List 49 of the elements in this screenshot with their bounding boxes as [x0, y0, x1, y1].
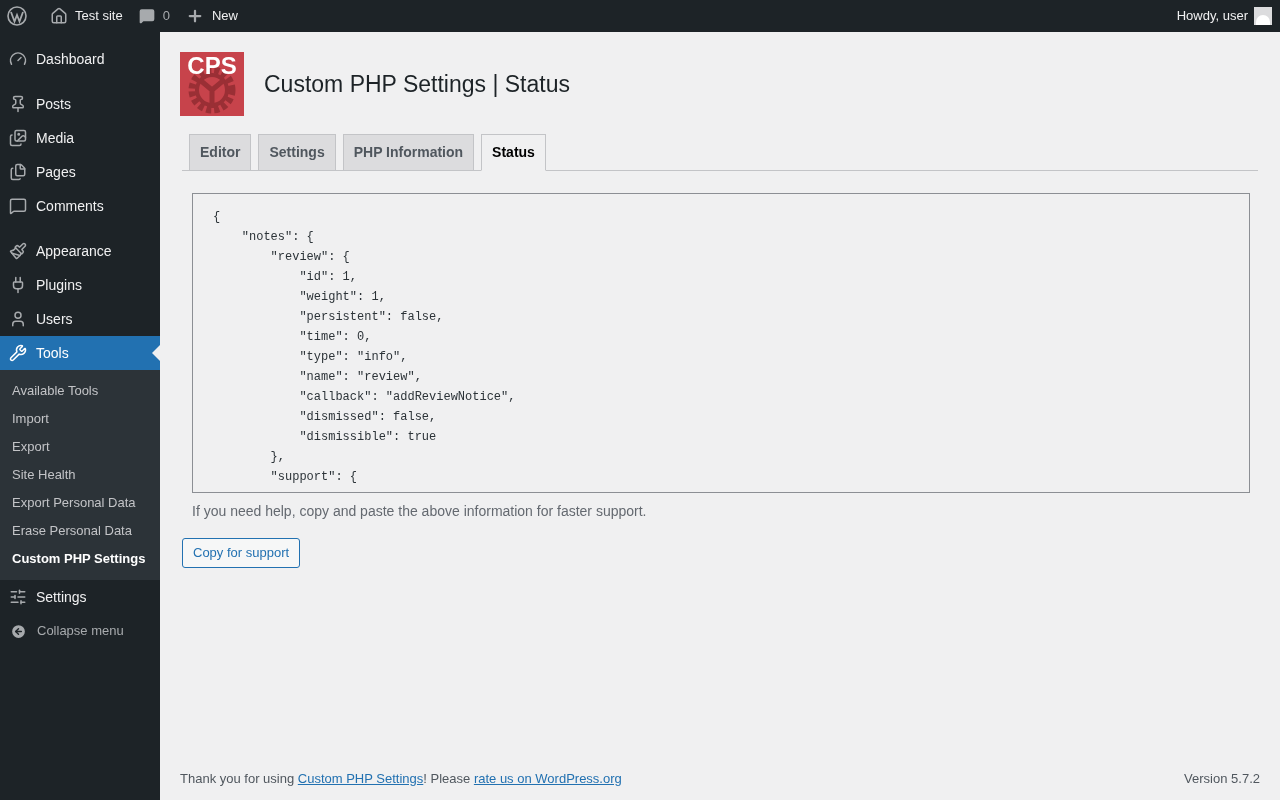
submenu-item[interactable]: Export Personal Data — [0, 489, 160, 517]
submenu-item[interactable]: Export — [0, 433, 160, 461]
collapse-icon — [10, 622, 27, 640]
wrench-icon — [9, 344, 27, 362]
menu-item[interactable]: Appearance — [0, 234, 160, 268]
menu-item[interactable]: Pages — [0, 155, 160, 189]
submenu-item[interactable]: Available Tools — [0, 377, 160, 405]
menu-item[interactable]: Dashboard — [0, 42, 160, 76]
comments-link[interactable]: 0 — [130, 6, 178, 26]
site-link[interactable]: Test site — [42, 6, 131, 26]
tab[interactable]: Editor — [189, 134, 252, 170]
submenu-item[interactable]: Custom PHP Settings — [0, 545, 160, 573]
menu-item[interactable]: Media — [0, 121, 160, 155]
tab[interactable]: Settings — [258, 134, 336, 170]
current-arrow-icon — [152, 345, 160, 361]
page-title: Custom PHP Settings | Status — [264, 69, 570, 99]
comment-icon — [138, 8, 155, 24]
footer-text: Thank you for using Custom PHP Settings! Please rate us on WordPress.org — [180, 769, 622, 788]
menu-item[interactable]: Comments — [0, 189, 160, 223]
version-text: Version 5.7.2 — [1184, 769, 1260, 788]
help-text: If you need help, copy and paste the above information for faster support. — [192, 502, 648, 521]
brush-icon — [9, 242, 27, 260]
pin-icon — [9, 95, 27, 113]
tab[interactable]: Status — [481, 134, 546, 171]
account-link[interactable]: Howdy, user — [1176, 6, 1272, 26]
avatar-icon — [1254, 7, 1272, 25]
status-textarea[interactable]: { "notes": { "review": { "id": 1, "weight": 1, "persistent": false, "time": 0, "type": "info", "name": "review", "callback": "addReviewNotice", "dismissed": false, "dismissible": true }, "support": { — [192, 193, 1250, 493]
pages-icon — [9, 163, 27, 181]
menu-item[interactable]: Users — [0, 302, 160, 336]
collapse-menu-button[interactable]: Collapse menu — [0, 614, 160, 648]
new-link[interactable]: New — [177, 6, 246, 26]
user-icon — [9, 310, 27, 328]
submenu-item[interactable]: Site Health — [0, 461, 160, 489]
rate-link[interactable]: rate us on WordPress.org — [473, 770, 622, 786]
wordpress-logo-icon[interactable] — [7, 6, 27, 26]
logo-text: CPS — [186, 52, 238, 80]
tab[interactable]: PHP Information — [342, 134, 475, 170]
comment-icon — [9, 197, 27, 215]
media-icon — [9, 129, 27, 147]
copy-button[interactable]: Copy for support — [182, 538, 301, 568]
menu-item[interactable]: Posts — [0, 87, 160, 121]
menu-item[interactable]: Plugins — [0, 268, 160, 302]
dashboard-icon — [9, 50, 27, 68]
home-icon — [50, 7, 68, 25]
submenu-item[interactable]: Erase Personal Data — [0, 517, 160, 545]
menu-item[interactable]: Tools — [0, 336, 160, 370]
submenu-item[interactable]: Import — [0, 405, 160, 433]
sliders-icon — [9, 588, 27, 606]
menu-item[interactable]: Settings — [0, 580, 160, 614]
